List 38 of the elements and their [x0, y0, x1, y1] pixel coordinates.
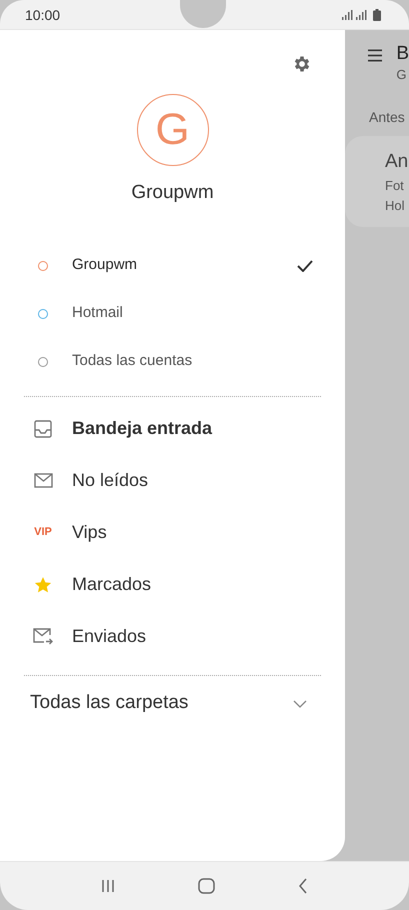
- folder-item[interactable]: Enviados: [0, 610, 345, 662]
- sent-mail-icon: [33, 628, 53, 645]
- recents-icon[interactable]: [101, 879, 116, 893]
- message-preview: Hol: [385, 197, 406, 215]
- folder-item[interactable]: No leídos: [0, 454, 345, 506]
- message-sender: An: [385, 150, 409, 174]
- star-icon: [34, 576, 52, 594]
- message-preview: Fot: [385, 177, 405, 195]
- account-name: Groupwm: [131, 181, 214, 205]
- envelope-icon: [34, 473, 52, 488]
- message-card[interactable]: An Fot Hol: [345, 136, 409, 226]
- folder-label: Vips: [72, 521, 107, 544]
- inbox-icon: [34, 420, 52, 438]
- check-icon: [297, 260, 313, 272]
- folder-item[interactable]: Bandeja entrada: [0, 402, 345, 454]
- account-item[interactable]: Hotmail: [0, 290, 345, 338]
- camera-notch: [180, 0, 226, 28]
- folder-item[interactable]: Marcados: [0, 558, 345, 610]
- folder-group-label: Todas las carpetas: [30, 691, 188, 716]
- menu-icon[interactable]: [368, 48, 382, 63]
- folder-label: Bandeja entrada: [72, 417, 212, 440]
- folder-label: Enviados: [72, 625, 146, 648]
- folder-label: No leídos: [72, 469, 148, 492]
- settings-icon[interactable]: [292, 54, 312, 74]
- app-subtitle: G: [396, 66, 408, 84]
- vip-label: VIP: [34, 525, 52, 540]
- home-icon[interactable]: [198, 878, 215, 894]
- app-title: B: [396, 43, 409, 65]
- account-item[interactable]: Groupwm: [0, 242, 345, 290]
- battery-icon: [373, 9, 381, 21]
- folder-label: Marcados: [72, 573, 152, 596]
- all-folders-item[interactable]: Todas las carpetas: [0, 682, 345, 726]
- signal-icon: [342, 10, 368, 20]
- status-time: 10:00: [24, 7, 60, 23]
- back-icon[interactable]: [298, 878, 308, 894]
- section-header: Antes: [368, 108, 406, 126]
- folder-item[interactable]: VIP Vips: [0, 506, 345, 558]
- account-item[interactable]: Todas las cuentas: [0, 338, 345, 386]
